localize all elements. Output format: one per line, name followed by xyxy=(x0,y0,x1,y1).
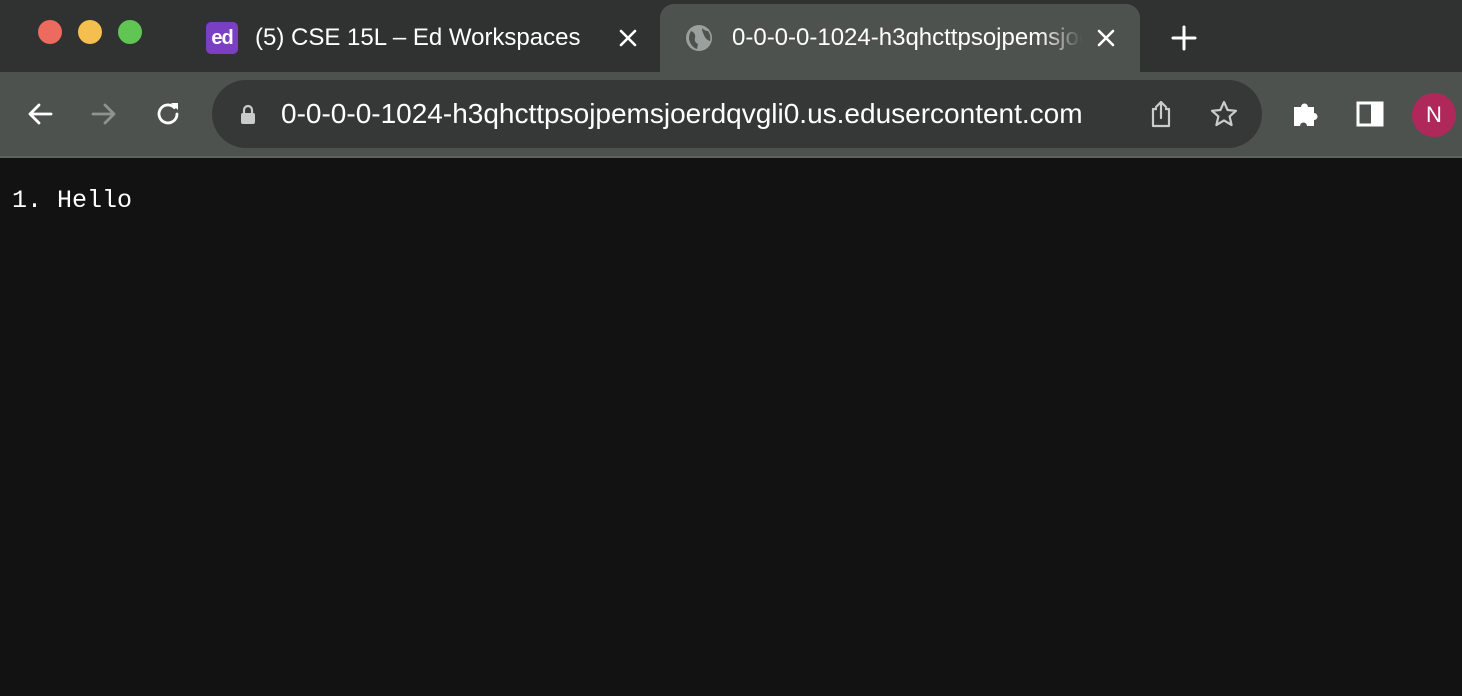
url-text[interactable]: 0-0-0-0-1024-h3qhcttpsojpemsjoerdqvgli0.… xyxy=(281,80,1121,148)
globe-icon xyxy=(684,23,714,53)
window-close-button[interactable] xyxy=(38,20,62,44)
close-tab-icon[interactable] xyxy=(1092,24,1120,52)
new-tab-button[interactable] xyxy=(1168,22,1200,54)
lock-icon[interactable] xyxy=(236,102,260,126)
bookmark-star-icon[interactable] xyxy=(1208,98,1240,130)
ed-favicon-icon: ed xyxy=(206,22,238,54)
list-item: 1. Hello xyxy=(12,186,133,215)
close-tab-icon[interactable] xyxy=(614,24,642,52)
back-button[interactable] xyxy=(22,96,58,132)
tab-title: (5) CSE 15L – Ed Workspaces xyxy=(255,24,581,51)
side-panel-icon[interactable] xyxy=(1352,96,1388,132)
browser-toolbar: 0-0-0-0-1024-h3qhcttpsojpemsjoerdqvgli0.… xyxy=(0,72,1462,158)
page-content: 1. Hello xyxy=(0,158,1462,696)
window-maximize-button[interactable] xyxy=(118,20,142,44)
tab-ed-workspaces[interactable]: ed (5) CSE 15L – Ed Workspaces xyxy=(186,4,660,72)
tab-title: 0-0-0-0-1024-h3qhcttpsojpemsjoerdqvgli0.… xyxy=(732,24,1082,51)
forward-button[interactable] xyxy=(86,96,122,132)
extensions-icon[interactable] xyxy=(1288,96,1324,132)
browser-titlebar: ed (5) CSE 15L – Ed Workspaces 0-0-0-0-1… xyxy=(0,0,1462,72)
reload-button[interactable] xyxy=(150,96,186,132)
profile-avatar[interactable]: N xyxy=(1412,93,1456,137)
address-bar[interactable]: 0-0-0-0-1024-h3qhcttpsojpemsjoerdqvgli0.… xyxy=(212,80,1262,148)
share-icon[interactable] xyxy=(1145,98,1177,130)
window-minimize-button[interactable] xyxy=(78,20,102,44)
tab-edusercontent[interactable]: 0-0-0-0-1024-h3qhcttpsojpemsjoerdqvgli0.… xyxy=(660,4,1140,72)
